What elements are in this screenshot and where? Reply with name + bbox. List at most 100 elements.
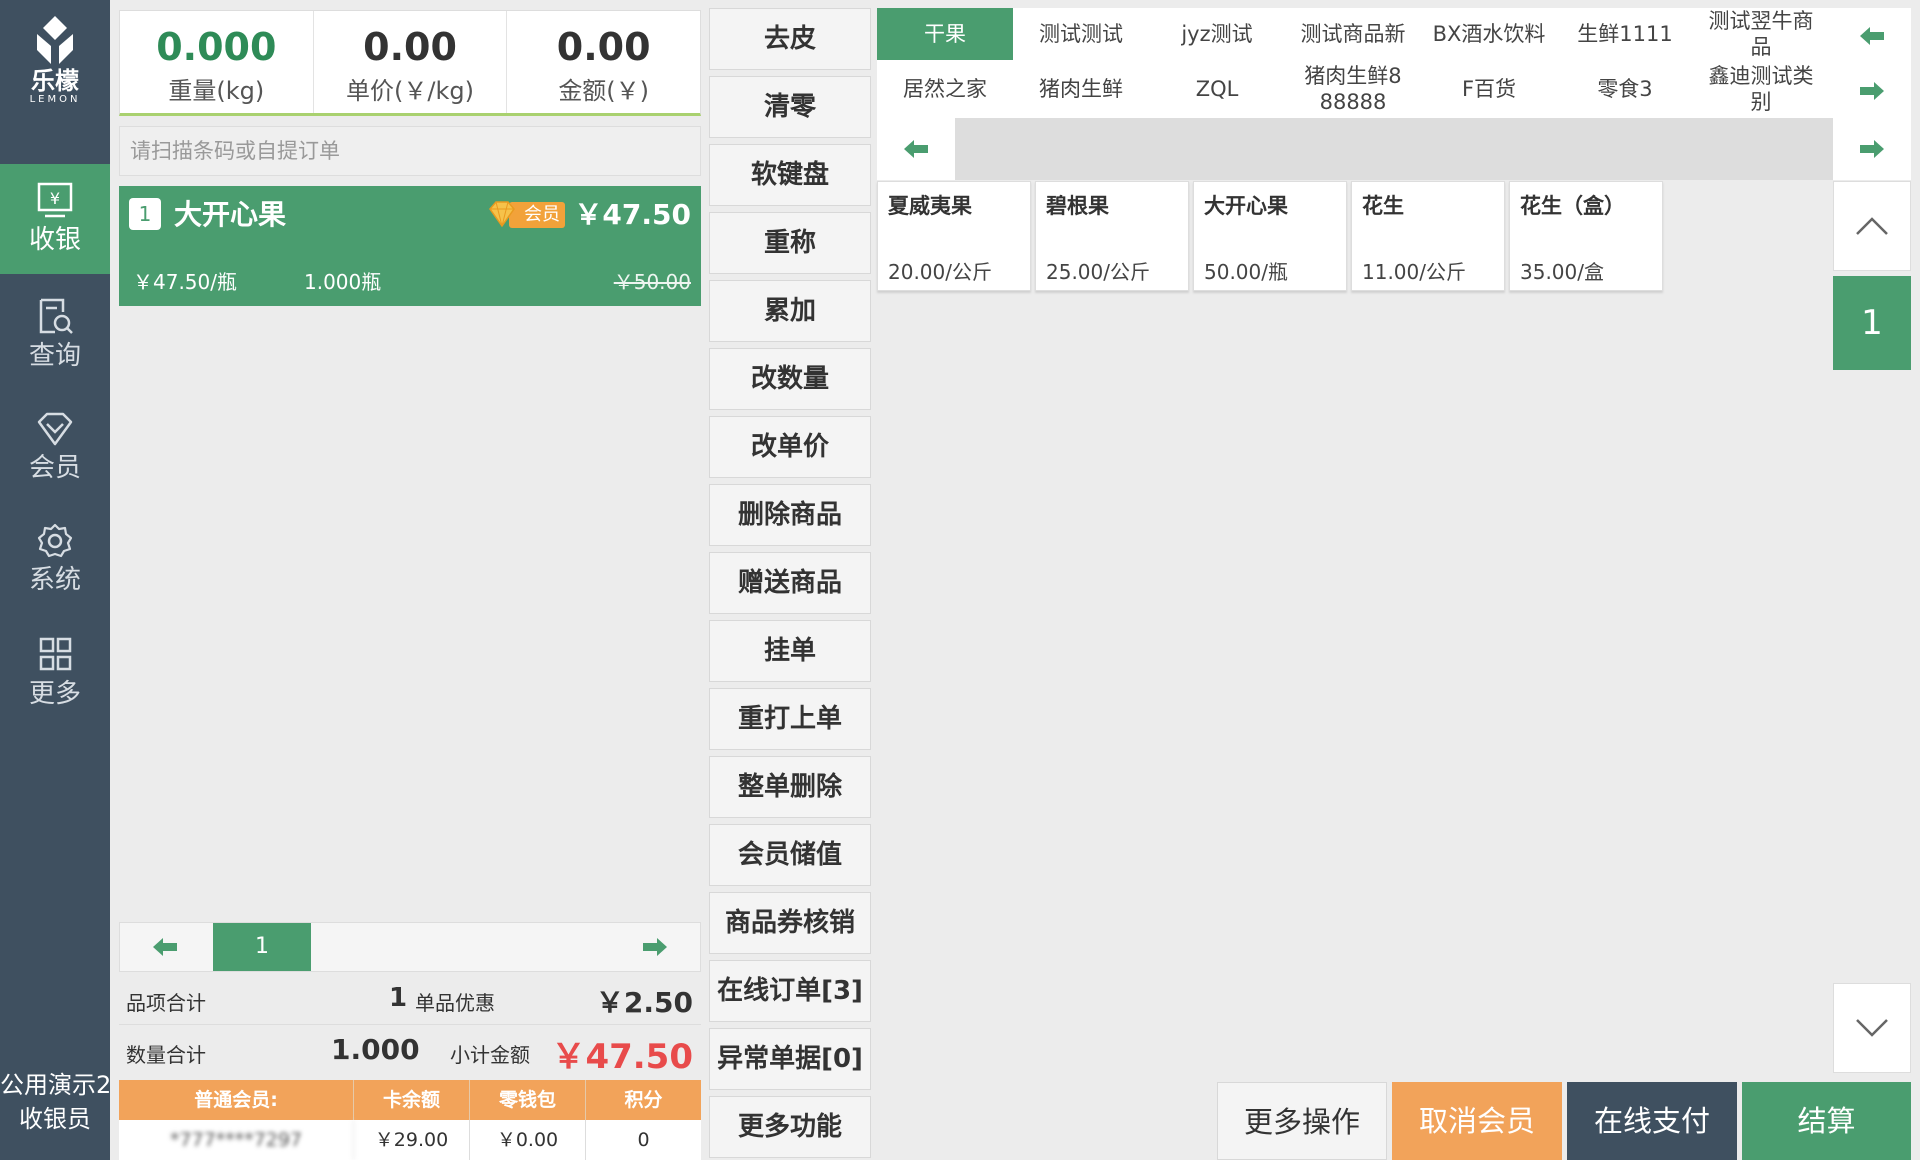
online-payment-button[interactable]: 在线支付 — [1567, 1082, 1737, 1160]
zero-button[interactable]: 清零 — [709, 76, 871, 138]
order-item-list: 1 大开心果 会员 ￥47.50 ￥47.50/瓶 1.000瓶 ￥50.00 — [119, 186, 701, 922]
category-tab[interactable]: F百货 — [1421, 63, 1557, 115]
item-index: 1 — [129, 198, 161, 230]
member-table-row: *777****7297 ￥29.00 ￥0.00 0 — [119, 1120, 701, 1160]
product-page-up-button[interactable] — [1833, 181, 1911, 271]
arrow-left-icon — [153, 938, 177, 956]
wallet-header: 零钱包 — [470, 1080, 586, 1120]
arrow-right-icon — [1860, 140, 1884, 158]
nav-member[interactable]: 会员 — [0, 392, 110, 502]
scroll-left-button[interactable] — [877, 118, 955, 180]
subtotal-value: ￥47.50 — [551, 1037, 693, 1077]
weight-value: 0.000 — [156, 25, 277, 69]
cancel-member-button[interactable]: 取消会员 — [1392, 1082, 1562, 1160]
scroll-right-button[interactable] — [1833, 118, 1911, 180]
arrow-right-icon — [1860, 81, 1884, 100]
arrow-left-icon — [1860, 26, 1884, 45]
product-card[interactable]: 夏威夷果 20.00/公斤 — [877, 181, 1031, 291]
order-item-row[interactable]: 1 大开心果 会员 ￥47.50 ￥47.50/瓶 1.000瓶 ￥50.00 — [119, 186, 701, 306]
cashier-info: 公用演示2 收银员 — [0, 1068, 110, 1136]
barcode-scan-input[interactable] — [119, 126, 701, 176]
category-tab[interactable]: 猪肉生鲜 — [1013, 63, 1149, 115]
product-price: 11.00/公斤 — [1362, 260, 1466, 284]
cashier-role: 收银员 — [19, 1105, 91, 1133]
product-price: 20.00/公斤 — [888, 260, 992, 284]
member-topup-button[interactable]: 会员储值 — [709, 824, 871, 886]
coupon-redeem-button[interactable]: 商品券核销 — [709, 892, 871, 954]
category-tab[interactable]: 零食3 — [1557, 63, 1693, 115]
tare-button[interactable]: 去皮 — [709, 8, 871, 70]
item-original-price: ￥50.00 — [613, 270, 691, 294]
items-total-value: 1 — [389, 983, 408, 1013]
reweigh-button[interactable]: 重称 — [709, 212, 871, 274]
weight-label: 重量(kg) — [168, 77, 265, 105]
gift-item-button[interactable]: 赠送商品 — [709, 552, 871, 614]
category-prev-button[interactable] — [1833, 8, 1911, 63]
category-tab[interactable]: 鑫迪测试类别 — [1693, 63, 1829, 115]
lemon-logo-icon — [37, 16, 73, 64]
pager-next-button[interactable] — [610, 923, 700, 971]
diamond-icon — [489, 201, 515, 228]
product-name: 夏威夷果 — [888, 194, 972, 218]
product-card[interactable]: 花生 11.00/公斤 — [1351, 181, 1505, 291]
amount-value: 0.00 — [556, 25, 651, 69]
category-tab[interactable]: 测试商品新 — [1285, 8, 1421, 60]
nav-more[interactable]: 更多 — [0, 618, 110, 728]
store-name: 公用演示2 — [0, 1071, 110, 1099]
pager-prev-button[interactable] — [120, 923, 210, 971]
category-tab[interactable]: 生鲜1111 — [1557, 8, 1693, 60]
nav-system[interactable]: 系统 — [0, 504, 110, 614]
category-tab[interactable]: BX酒水饮料 — [1421, 8, 1557, 60]
item-total: ￥47.50 — [574, 198, 691, 231]
unit-price-label: 单价(￥/kg) — [346, 77, 474, 105]
points-value: 0 — [637, 1129, 650, 1151]
chevron-up-icon — [1856, 217, 1888, 235]
hold-order-button[interactable]: 挂单 — [709, 620, 871, 682]
svg-text:¥: ¥ — [50, 189, 60, 208]
points-header: 积分 — [624, 1089, 663, 1111]
product-card[interactable]: 花生（盒） 35.00/盒 — [1509, 181, 1663, 291]
more-actions-button[interactable]: 更多操作 — [1217, 1082, 1387, 1160]
settle-button[interactable]: 结算 — [1742, 1082, 1911, 1160]
online-orders-button[interactable]: 在线订单[3] — [709, 960, 871, 1022]
more-functions-button[interactable]: 更多功能 — [709, 1096, 871, 1158]
scale-unit-price: 0.00 单价(￥/kg) — [314, 11, 508, 113]
member-table-header: 普通会员: 卡余额 零钱包 积分 — [119, 1080, 701, 1120]
change-price-button[interactable]: 改单价 — [709, 416, 871, 478]
delete-item-button[interactable]: 删除商品 — [709, 484, 871, 546]
reprint-last-button[interactable]: 重打上单 — [709, 688, 871, 750]
member-price-badge: 会员 — [487, 199, 567, 229]
brand-name: 乐檬 — [31, 67, 79, 95]
abnormal-orders-button[interactable]: 异常单据[0] — [709, 1028, 871, 1090]
category-tab[interactable]: 居然之家 — [877, 63, 1013, 115]
category-tab[interactable]: 测试翌牛商品 — [1693, 8, 1829, 60]
discount-label: 单品优惠 — [415, 991, 495, 1015]
item-quantity: 1.000瓶 — [304, 270, 382, 294]
category-next-button[interactable] — [1833, 63, 1911, 118]
product-card[interactable]: 大开心果 50.00/瓶 — [1193, 181, 1347, 291]
order-list-pager: 1 — [119, 922, 701, 972]
query-icon — [39, 298, 73, 334]
product-card[interactable]: 碧根果 25.00/公斤 — [1035, 181, 1189, 291]
item-unit-price: ￥47.50/瓶 — [133, 270, 237, 294]
clear-order-button[interactable]: 整单删除 — [709, 756, 871, 818]
category-tab[interactable]: 测试测试 — [1013, 8, 1149, 60]
category-tab[interactable]: 干果 — [877, 8, 1013, 60]
product-page-down-button[interactable] — [1833, 983, 1911, 1073]
soft-keyboard-button[interactable]: 软键盘 — [709, 144, 871, 206]
category-scrollbar[interactable] — [877, 118, 1911, 180]
change-quantity-button[interactable]: 改数量 — [709, 348, 871, 410]
nav-label: 收银 — [28, 225, 81, 255]
cashier-icon: ¥ — [37, 182, 73, 218]
nav-cashier[interactable]: ¥ 收银 — [0, 164, 110, 274]
qty-total-value: 1.000 — [331, 1033, 420, 1066]
summary-row-items: 品项合计 1 单品优惠 ￥2.50 — [119, 975, 701, 1025]
brand-logo: 乐檬 LEMON — [0, 14, 110, 124]
category-tab[interactable]: 猪肉生鲜888888 — [1285, 63, 1421, 115]
category-tab[interactable]: jyz测试 — [1149, 8, 1285, 60]
brand-sub: LEMON — [29, 94, 81, 105]
category-tab[interactable]: ZQL — [1149, 63, 1285, 115]
accumulate-button[interactable]: 累加 — [709, 280, 871, 342]
item-name: 大开心果 — [174, 198, 287, 231]
nav-query[interactable]: 查询 — [0, 280, 110, 390]
